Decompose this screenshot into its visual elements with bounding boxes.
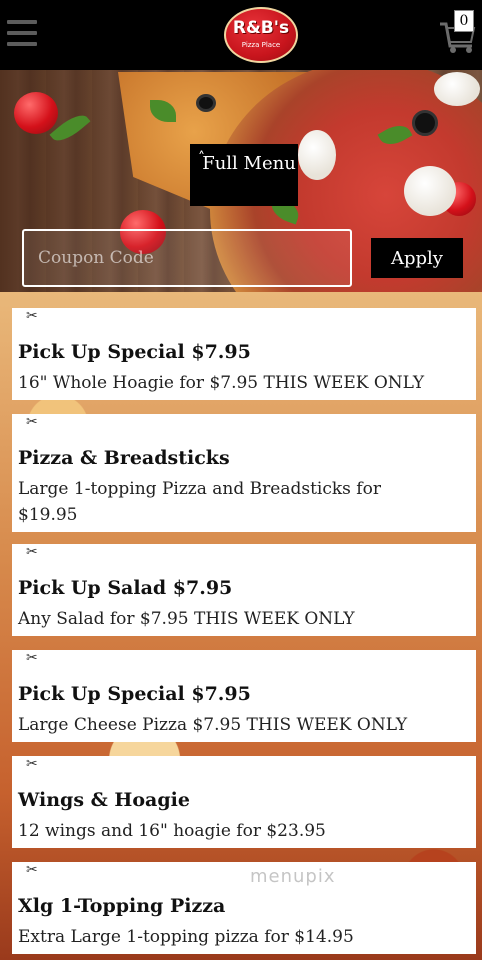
- scissors-icon: ✂: [26, 862, 38, 878]
- watermark: menupix: [250, 866, 336, 887]
- deal-description: Extra Large 1-topping pizza for $14.95: [18, 927, 354, 947]
- scissors-icon: ✂: [26, 756, 38, 772]
- deal-title: Pick Up Salad $7.95: [18, 577, 233, 599]
- deal-description: Large 1-topping Pizza and Breadsticks fo…: [18, 479, 381, 525]
- cart-count-badge: 0: [454, 10, 474, 32]
- mushroom-image: [404, 166, 456, 216]
- deal-card[interactable]: ✂ Pizza & Breadsticks Large 1-topping Pi…: [12, 414, 476, 532]
- deal-description: Any Salad for $7.95 THIS WEEK ONLY: [18, 609, 355, 629]
- deal-card[interactable]: ✂ Pick Up Special $7.95 16" Whole Hoagie…: [12, 308, 476, 400]
- scissors-icon: ✂: [26, 414, 38, 430]
- scissors-icon: ✂: [26, 650, 38, 666]
- top-bar: R&B's Pizza Place 0: [0, 0, 482, 70]
- logo-subtitle: Pizza Place: [241, 41, 281, 49]
- logo-title: R&B's: [232, 18, 290, 38]
- hamburger-icon[interactable]: [7, 20, 37, 48]
- scissors-icon: ✂: [26, 544, 38, 560]
- deal-card[interactable]: ✂ Pick Up Salad $7.95 Any Salad for $7.9…: [12, 544, 476, 636]
- mushroom-image: [298, 130, 336, 180]
- olive-image: [412, 110, 438, 136]
- deal-title: Pick Up Special $7.95: [18, 341, 251, 363]
- deal-description: 12 wings and 16" hoagie for $23.95: [18, 821, 326, 841]
- deal-title: Xlg 1-Topping Pizza: [18, 895, 226, 917]
- logo[interactable]: R&B's Pizza Place: [224, 7, 298, 63]
- deal-description: Large Cheese Pizza $7.95 THIS WEEK ONLY: [18, 715, 408, 735]
- deal-card[interactable]: ✂ Wings & Hoagie 12 wings and 16" hoagie…: [12, 756, 476, 848]
- full-menu-button[interactable]: ˄ Full Menu: [190, 144, 298, 206]
- coupon-code-input[interactable]: [22, 229, 352, 287]
- deal-title: Wings & Hoagie: [18, 789, 190, 811]
- deal-card[interactable]: ✂ Xlg 1-Topping Pizza Extra Large 1-topp…: [12, 862, 476, 954]
- deal-title: Pick Up Special $7.95: [18, 683, 251, 705]
- hero-banner: ˄ Full Menu Apply: [0, 70, 482, 292]
- deal-description: 16" Whole Hoagie for $7.95 THIS WEEK ONL…: [18, 373, 425, 393]
- mushroom-image: [434, 72, 480, 106]
- cart-button[interactable]: 0: [438, 10, 478, 54]
- deal-card[interactable]: ✂ Pick Up Special $7.95 Large Cheese Piz…: [12, 650, 476, 742]
- tomato-image: [14, 92, 58, 134]
- apply-button[interactable]: Apply: [371, 238, 463, 278]
- scissors-icon: ✂: [26, 308, 38, 324]
- olive-image: [196, 94, 216, 112]
- full-menu-label: Full Menu: [202, 153, 296, 174]
- deal-title: Pizza & Breadsticks: [18, 447, 230, 469]
